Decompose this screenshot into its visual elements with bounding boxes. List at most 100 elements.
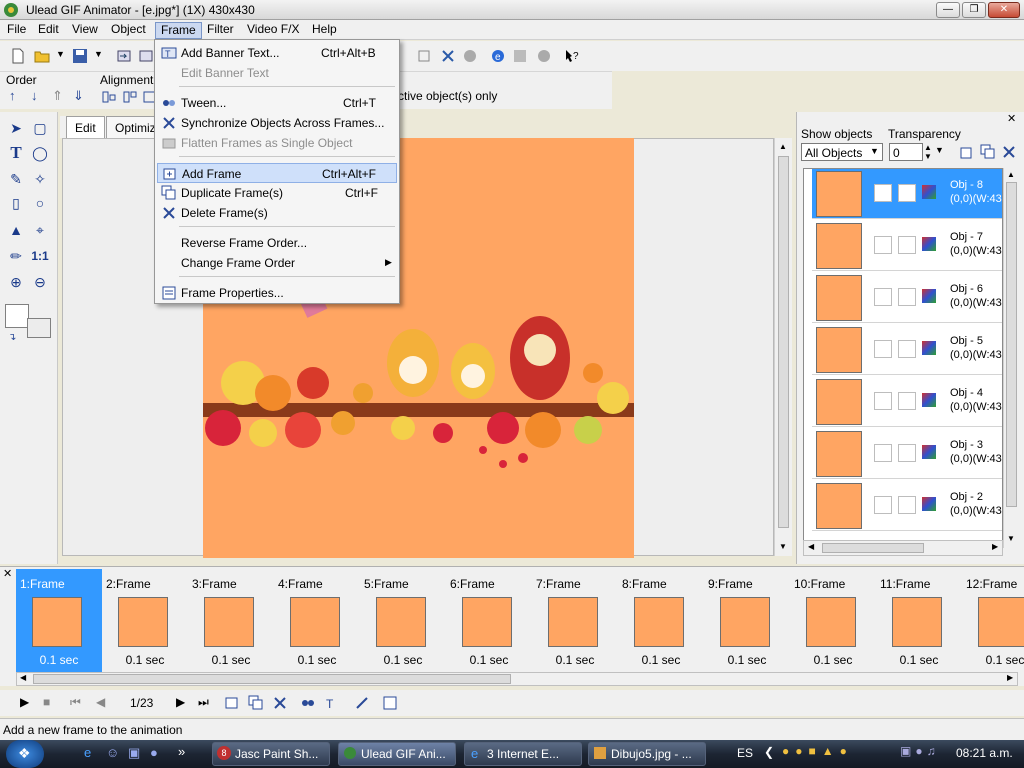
tray-system-icons[interactable]: ▣●♫	[900, 744, 950, 762]
frame-cell[interactable]: 5:Frame 0.1 sec	[360, 569, 446, 673]
first-frame-icon[interactable]: ⏮	[70, 695, 81, 710]
object-list-scrollbar[interactable]: ▲ ▼	[1003, 168, 1019, 548]
frame-cell[interactable]: 12:Frame 0.1 sec	[962, 569, 1024, 673]
menu-item-frame-properties[interactable]: Frame Properties...	[157, 283, 397, 303]
transparency-dropdown-icon[interactable]: ▼	[935, 145, 944, 155]
menu-frame[interactable]: Frame	[155, 22, 202, 39]
align-center-icon[interactable]	[122, 89, 138, 105]
add-object-icon[interactable]	[959, 144, 975, 160]
menu-item-delete-frames[interactable]: Delete Frame(s)	[157, 203, 397, 223]
bring-to-front-icon[interactable]: ↑	[9, 88, 16, 103]
object-list-scroll-thumb[interactable]	[1006, 182, 1017, 507]
menu-item-change-frame-order[interactable]: Change Frame Order ▶	[157, 253, 397, 273]
menu-file[interactable]: File	[2, 22, 31, 39]
frame-cell[interactable]: 2:Frame 0.1 sec	[102, 569, 188, 673]
chevron-down-icon[interactable]: ▼	[870, 146, 879, 156]
menu-item-tween[interactable]: Tween... Ctrl+T	[157, 93, 397, 113]
scroll-down-icon[interactable]: ▼	[779, 542, 787, 551]
object-list-hscrollbar[interactable]: ◀ ▶	[803, 540, 1003, 556]
duplicate-frame-icon[interactable]	[248, 695, 264, 711]
swap-colors-icon[interactable]: ↴	[8, 332, 16, 343]
browser-icon[interactable]: e	[490, 48, 506, 64]
scroll-right-icon[interactable]: ▶	[992, 542, 998, 551]
text-tool-icon[interactable]: T	[6, 143, 26, 163]
menu-item-add-banner-text[interactable]: T Add Banner Text... Ctrl+Alt+B	[157, 43, 397, 63]
object-row[interactable]: Obj - 2 (0,0)(W:430,	[812, 481, 1002, 531]
open-dropdown-icon[interactable]: ▼	[56, 49, 65, 59]
frame-cell[interactable]: 6:Frame 0.1 sec	[446, 569, 532, 673]
visibility-checkbox[interactable]	[874, 288, 892, 306]
paintbrush-tool-icon[interactable]: ✎	[6, 169, 26, 189]
scroll-right-icon[interactable]: ▶	[1007, 673, 1013, 682]
object-row[interactable]: Obj - 8 (0,0)(W:430,	[812, 169, 1002, 219]
taskbar-button-internet-explorer[interactable]: e 3 Internet E...	[464, 742, 582, 766]
frame-cell[interactable]: 4:Frame 0.1 sec	[274, 569, 360, 673]
menu-item-reverse-frame-order[interactable]: Reverse Frame Order...	[157, 233, 397, 253]
start-button[interactable]: ❖	[6, 740, 44, 768]
duplicate-object-icon[interactable]	[980, 144, 996, 160]
next-frame-icon[interactable]: ▶	[176, 695, 185, 709]
save-icon[interactable]	[72, 48, 88, 64]
scroll-up-icon[interactable]: ▲	[779, 142, 787, 151]
magic-wand-tool-icon[interactable]: ✧	[30, 169, 50, 189]
language-indicator[interactable]: ES	[737, 746, 753, 760]
menu-view[interactable]: View	[67, 22, 103, 39]
preview-icon[interactable]	[536, 48, 552, 64]
save-dropdown-icon[interactable]: ▼	[94, 49, 103, 59]
lock-checkbox[interactable]	[898, 288, 916, 306]
pick-tool-icon[interactable]: ➤	[6, 118, 26, 138]
close-panel-icon[interactable]: ✕	[1007, 112, 1016, 125]
canvas-scroll-thumb[interactable]	[778, 156, 789, 528]
swirl-icon[interactable]	[462, 48, 478, 64]
object-row[interactable]: Obj - 7 (0,0)(W:430,	[812, 221, 1002, 271]
scroll-down-icon[interactable]: ▼	[1007, 534, 1015, 543]
tween-icon[interactable]	[300, 695, 316, 711]
clock[interactable]: 08:21 a.m.	[956, 746, 1013, 760]
send-backward-icon[interactable]: ⇑	[52, 88, 63, 104]
visibility-checkbox[interactable]	[874, 340, 892, 358]
ellipse-tool-icon[interactable]: ○	[30, 193, 50, 213]
zoom-in-tool-icon[interactable]: ⊕	[6, 272, 26, 292]
eraser-tool-icon[interactable]: ▯	[6, 193, 26, 213]
delete-object-icon[interactable]	[1001, 144, 1017, 160]
taskbar-button-ulead[interactable]: Ulead GIF Ani...	[338, 742, 456, 766]
tab-edit[interactable]: Edit	[66, 116, 105, 138]
close-button[interactable]: ✕	[988, 2, 1020, 18]
previous-frame-icon[interactable]: ◀	[96, 695, 105, 709]
transparency-input[interactable]: 0	[889, 143, 923, 161]
quicklaunch-people-icon[interactable]: ☺	[106, 745, 119, 760]
tray-expand-icon[interactable]: ❮	[764, 745, 774, 759]
taskbar-button-paint[interactable]: Dibujo5.jpg - ...	[588, 742, 706, 766]
play-icon[interactable]: ▶	[20, 695, 29, 709]
bring-forward-icon[interactable]: ↓	[31, 88, 38, 103]
lock-checkbox[interactable]	[898, 340, 916, 358]
quicklaunch-more-icon[interactable]: »	[178, 744, 185, 759]
marquee-tool-icon[interactable]: ▢	[30, 118, 50, 138]
stop-icon[interactable]: ■	[43, 695, 50, 709]
open-folder-icon[interactable]	[34, 48, 50, 64]
object-row[interactable]: Obj - 5 (0,0)(W:430,	[812, 325, 1002, 375]
close-frame-panel-icon[interactable]: ✕	[3, 567, 12, 580]
frame-hscrollbar[interactable]: ◀ ▶	[16, 672, 1018, 686]
lock-checkbox[interactable]	[898, 184, 916, 202]
scroll-left-icon[interactable]: ◀	[20, 673, 26, 682]
actual-size-tool-icon[interactable]: 1:1	[30, 246, 50, 266]
taskbar-button-paint-shop[interactable]: 8 Jasc Paint Sh...	[212, 742, 330, 766]
visibility-checkbox[interactable]	[874, 184, 892, 202]
frame-hscroll-thumb[interactable]	[33, 674, 511, 684]
visibility-checkbox[interactable]	[874, 444, 892, 462]
eyedropper-tool-icon[interactable]: ✏	[6, 246, 26, 266]
menu-edit[interactable]: Edit	[33, 22, 64, 39]
restore-button[interactable]: ❐	[962, 2, 986, 18]
send-to-back-icon[interactable]: ⇓	[73, 88, 84, 104]
scroll-up-icon[interactable]: ▲	[1007, 170, 1015, 179]
new-file-icon[interactable]	[10, 48, 26, 64]
lock-checkbox[interactable]	[898, 236, 916, 254]
quicklaunch-desktop-icon[interactable]: ▣	[128, 745, 140, 761]
visibility-checkbox[interactable]	[874, 236, 892, 254]
menu-item-synchronize-objects[interactable]: Synchronize Objects Across Frames...	[157, 113, 397, 133]
frame-cell[interactable]: 1:Frame 0.1 sec	[16, 569, 102, 673]
background-color-swatch[interactable]	[27, 318, 51, 338]
menu-item-add-frame[interactable]: Add Frame Ctrl+Alt+F	[157, 163, 397, 183]
import-icon[interactable]	[116, 48, 132, 64]
